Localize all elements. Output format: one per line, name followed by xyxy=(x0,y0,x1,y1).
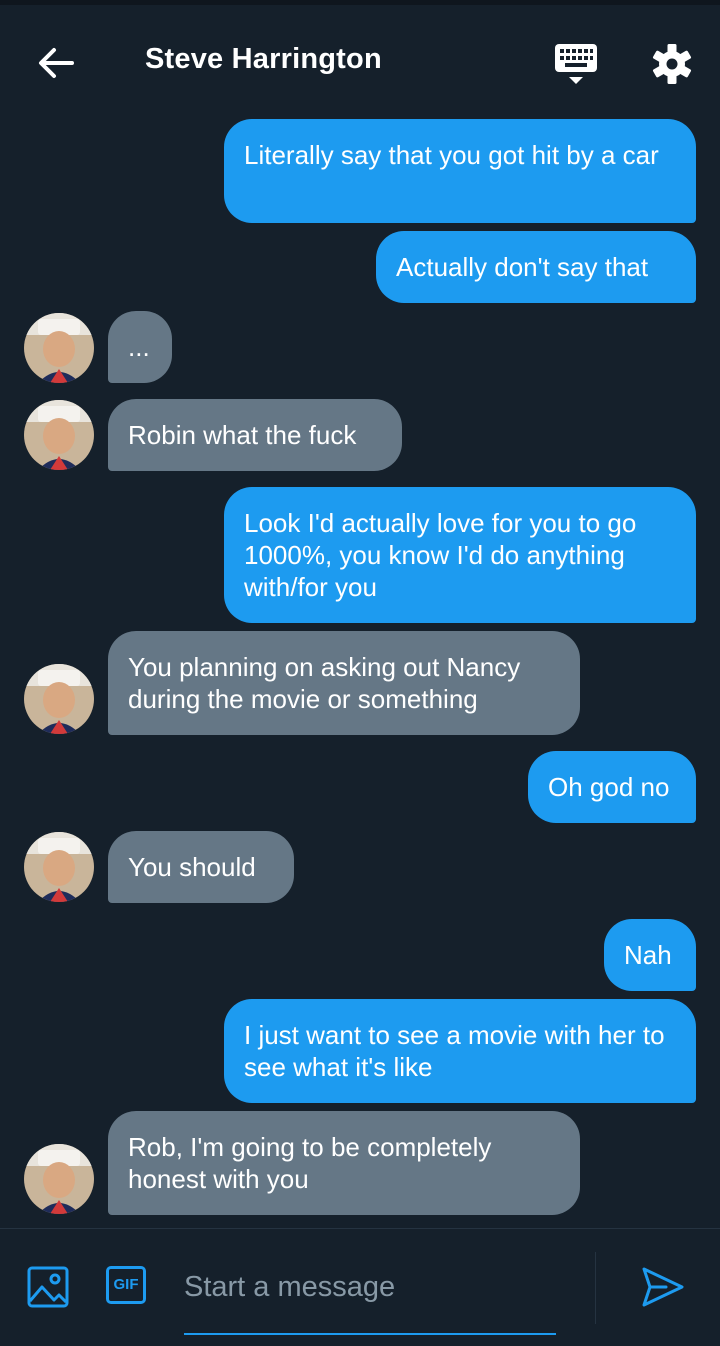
message-bubble-outgoing[interactable]: Look I'd actually love for you to go 100… xyxy=(224,487,696,623)
composer-divider xyxy=(0,1228,720,1229)
composer-vertical-divider xyxy=(595,1252,596,1324)
message-bubble-outgoing[interactable]: Literally say that you got hit by a car xyxy=(224,119,696,223)
conversation-header: Steve Harrington xyxy=(0,5,720,115)
message-input-underline xyxy=(184,1333,556,1335)
gif-icon[interactable]: GIF xyxy=(106,1266,146,1304)
message-bubble-incoming[interactable]: You should xyxy=(108,831,294,903)
message-bubble-incoming[interactable]: Robin what the fuck xyxy=(108,399,402,471)
avatar[interactable] xyxy=(24,313,94,383)
keyboard-icon[interactable] xyxy=(552,43,600,87)
message-input[interactable] xyxy=(184,1262,556,1312)
image-icon[interactable] xyxy=(26,1265,70,1309)
message-bubble-outgoing[interactable]: Oh god no xyxy=(528,751,696,823)
message-bubble-incoming[interactable]: Rob, I'm going to be completely honest w… xyxy=(108,1111,580,1215)
message-bubble-outgoing[interactable]: Nah xyxy=(604,919,696,991)
avatar[interactable] xyxy=(24,664,94,734)
send-icon[interactable] xyxy=(640,1265,686,1309)
message-bubble-outgoing[interactable]: I just want to see a movie with her to s… xyxy=(224,999,696,1103)
back-arrow-icon[interactable] xyxy=(34,41,78,85)
message-bubble-incoming[interactable]: You planning on asking out Nancy during … xyxy=(108,631,580,735)
avatar[interactable] xyxy=(24,1144,94,1214)
message-bubble-outgoing[interactable]: Actually don't say that xyxy=(376,231,696,303)
settings-gear-icon[interactable] xyxy=(650,42,694,86)
avatar[interactable] xyxy=(24,832,94,902)
page-title: Steve Harrington xyxy=(145,43,382,75)
avatar[interactable] xyxy=(24,400,94,470)
message-bubble-incoming[interactable]: ... xyxy=(108,311,172,383)
